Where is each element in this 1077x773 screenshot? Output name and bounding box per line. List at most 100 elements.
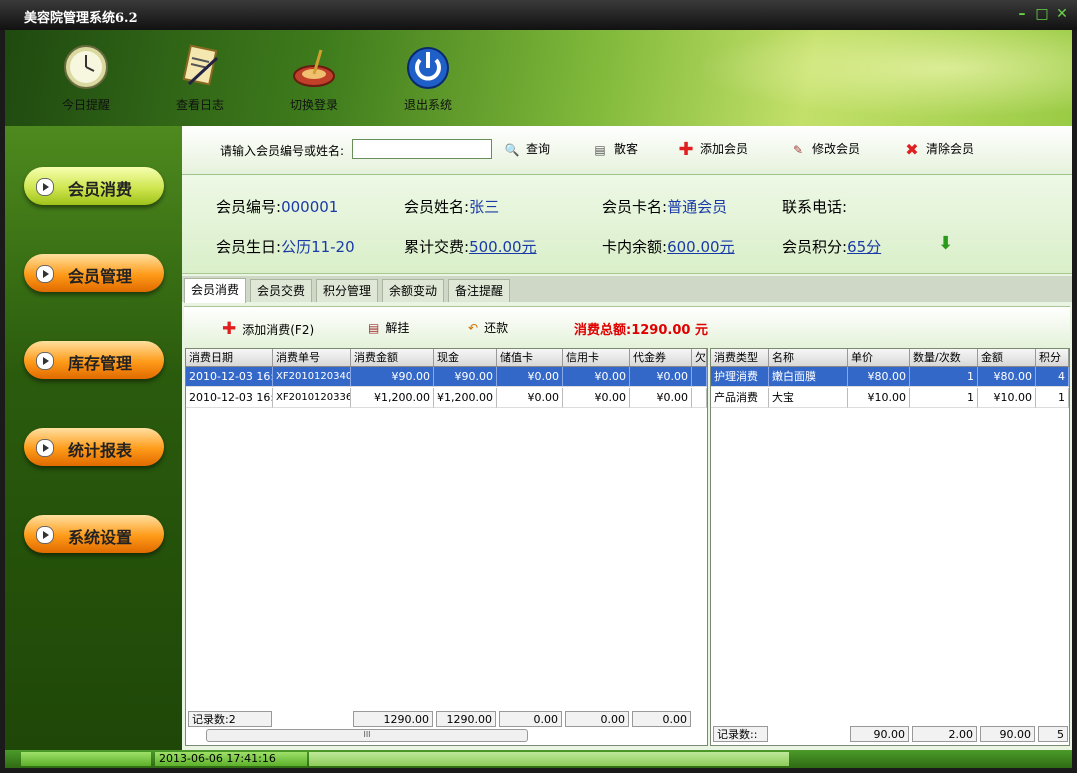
col-header[interactable]: 代金券 (630, 349, 692, 366)
sidebar-item-member-manage[interactable]: 会员管理 (24, 254, 164, 292)
window-title: 美容院管理系统6.2 (24, 11, 138, 26)
member-phone-label: 联系电话: (782, 198, 848, 216)
consume-toolbar: ✚ 添加消费(F2) ▤ 解挂 ↶ 还款 消费总额:1290.00 元 (184, 306, 1070, 349)
add-member-button[interactable]: ✚ 添加会员 (678, 140, 748, 158)
unhang-label: 解挂 (385, 321, 410, 335)
cell: ¥0.00 (497, 367, 563, 387)
unhang-button[interactable]: ▤ 解挂 (368, 319, 409, 336)
member-balance-label: 卡内余额: (602, 238, 668, 256)
consume-items-table[interactable]: 消费类型 名称 单价 数量/次数 金额 积分 护理消费 嫩白面膜 ¥80.00 … (710, 348, 1070, 746)
repay-label: 还款 (484, 321, 509, 335)
cell: XF20101203360 (273, 388, 351, 408)
search-bar: 请输入会员编号或姓名: 🔍 查询 ▤ 散客 ✚ 添加会员 ✎ 修改会员 ✖ 清除会员 (182, 126, 1072, 175)
horizontal-scrollbar[interactable]: III (206, 729, 528, 742)
cell: ¥1,200.00 (351, 388, 434, 408)
cell: 1 (910, 388, 978, 408)
cell: 产品消费 (711, 388, 769, 408)
today-reminder-button[interactable]: 今日提醒 (41, 44, 131, 124)
switch-login-button[interactable]: 切换登录 (269, 44, 359, 124)
add-member-label: 添加会员 (700, 142, 749, 156)
edit-member-label: 修改会员 (812, 142, 861, 156)
app-window: 美容院管理系统6.2 – □ ✕ 今日提醒 查看日志 切换登录 退出系统 会员消… (0, 0, 1077, 773)
close-button[interactable]: ✕ (1054, 6, 1070, 22)
view-log-button[interactable]: 查看日志 (155, 44, 245, 124)
col-header[interactable]: 名称 (769, 349, 848, 366)
footer-total: 90.00 (850, 726, 909, 742)
clear-member-button[interactable]: ✖ 清除会员 (904, 140, 974, 158)
sidebar-item-reports[interactable]: 统计报表 (24, 428, 164, 466)
exit-system-button[interactable]: 退出系统 (383, 44, 473, 124)
cell: XF20101203400 (273, 367, 351, 387)
col-header[interactable]: 金额 (978, 349, 1036, 366)
col-header[interactable]: 单价 (848, 349, 910, 366)
sidebar-item-settings[interactable]: 系统设置 (24, 515, 164, 553)
col-header[interactable]: 积分 (1036, 349, 1069, 366)
table-row[interactable]: 2010-12-03 16: XF20101203400 ¥90.00 ¥90.… (186, 367, 707, 387)
minimize-button[interactable]: – (1014, 6, 1030, 22)
sidebar-item-inventory[interactable]: 库存管理 (24, 341, 164, 379)
footer-total: 0.00 (499, 711, 562, 727)
plus-icon: ✚ (222, 319, 237, 339)
table-row[interactable]: 护理消费 嫩白面膜 ¥80.00 1 ¥80.00 4 (711, 367, 1069, 387)
tab-member-payment[interactable]: 会员交费 (250, 279, 313, 302)
table-row[interactable]: 产品消费 大宝 ¥10.00 1 ¥10.00 1 (711, 388, 1069, 408)
member-total-link[interactable]: 500.00元 (469, 238, 537, 256)
sidebar-item-label: 统计报表 (68, 441, 133, 460)
cell: 2010-12-03 16: (186, 367, 273, 387)
col-header[interactable]: 信用卡 (563, 349, 630, 366)
cell: ¥80.00 (978, 367, 1036, 387)
member-points-link[interactable]: 65分 (847, 238, 881, 256)
clear-member-label: 清除会员 (926, 142, 975, 156)
query-button[interactable]: 🔍 查询 (504, 140, 551, 158)
play-icon (36, 265, 54, 283)
member-balance-link[interactable]: 600.00元 (667, 238, 735, 256)
status-datetime: 2013-06-06 17:41:16 (155, 752, 307, 766)
tab-notes[interactable]: 备注提醒 (448, 279, 511, 302)
sidebar-item-member-consume[interactable]: 会员消费 (24, 167, 164, 205)
tab-points[interactable]: 积分管理 (316, 279, 379, 302)
member-phone-row: 联系电话: (782, 196, 847, 217)
x-icon: ✖ (905, 139, 919, 159)
col-header[interactable]: 消费类型 (711, 349, 769, 366)
repay-button[interactable]: ↶ 还款 (468, 319, 508, 336)
col-header[interactable]: 消费金额 (351, 349, 434, 366)
log-icon (182, 44, 219, 86)
undo-arrow-icon: ↶ (468, 321, 479, 335)
main-panel: 请输入会员编号或姓名: 🔍 查询 ▤ 散客 ✚ 添加会员 ✎ 修改会员 ✖ 清除会员 会员… (182, 126, 1072, 750)
col-header[interactable]: 消费日期 (186, 349, 273, 366)
col-header[interactable]: 储值卡 (497, 349, 563, 366)
title-bar[interactable]: 美容院管理系统6.2 – □ ✕ (0, 0, 1077, 30)
tab-member-consume[interactable]: 会员消费 (184, 278, 247, 303)
cell (692, 388, 707, 408)
cell: ¥0.00 (630, 388, 692, 408)
cell: ¥0.00 (497, 388, 563, 408)
cell: ¥80.00 (848, 367, 910, 387)
maximize-button[interactable]: □ (1034, 6, 1050, 22)
cell: ¥90.00 (351, 367, 434, 387)
cell: 2010-12-03 16: (186, 388, 273, 408)
member-birthday-row: 会员生日:公历11-20 (216, 236, 355, 257)
cell: 4 (1036, 367, 1069, 387)
consume-total-value: 1290.00 (631, 323, 691, 338)
col-header[interactable]: 消费单号 (273, 349, 351, 366)
document-icon: ▤ (368, 321, 380, 335)
edit-member-button[interactable]: ✎ 修改会员 (790, 140, 860, 158)
member-search-input[interactable] (352, 139, 492, 159)
table-row[interactable]: 2010-12-03 16: XF20101203360 ¥1,200.00 ¥… (186, 388, 707, 408)
tab-balance-change[interactable]: 余额变动 (382, 279, 445, 302)
add-consume-button[interactable]: ✚ 添加消费(F2) (222, 319, 314, 339)
col-header[interactable]: 数量/次数 (910, 349, 978, 366)
walk-in-button[interactable]: ▤ 散客 (592, 140, 638, 158)
arrow-down-icon[interactable]: ⬇ (938, 233, 953, 254)
col-header[interactable]: 欠 (692, 349, 707, 366)
member-card-row: 会员卡名:普通会员 (602, 196, 727, 217)
table-footer: 记录数:2 1290.00 1290.00 0.00 0.00 0.00 (188, 711, 707, 727)
cell: 大宝 (769, 388, 848, 408)
consume-records-table[interactable]: 消费日期 消费单号 消费金额 现金 储值卡 信用卡 代金券 欠 2010-12-… (185, 348, 708, 746)
sidebar: 会员消费 会员管理 库存管理 统计报表 系统设置 (5, 126, 182, 750)
member-balance-row: 卡内余额:600.00元 (602, 236, 735, 257)
cell: 嫩白面膜 (769, 367, 848, 387)
col-header[interactable]: 现金 (434, 349, 497, 366)
member-name-row: 会员姓名:张三 (404, 196, 499, 217)
footer-total: 0.00 (632, 711, 691, 727)
